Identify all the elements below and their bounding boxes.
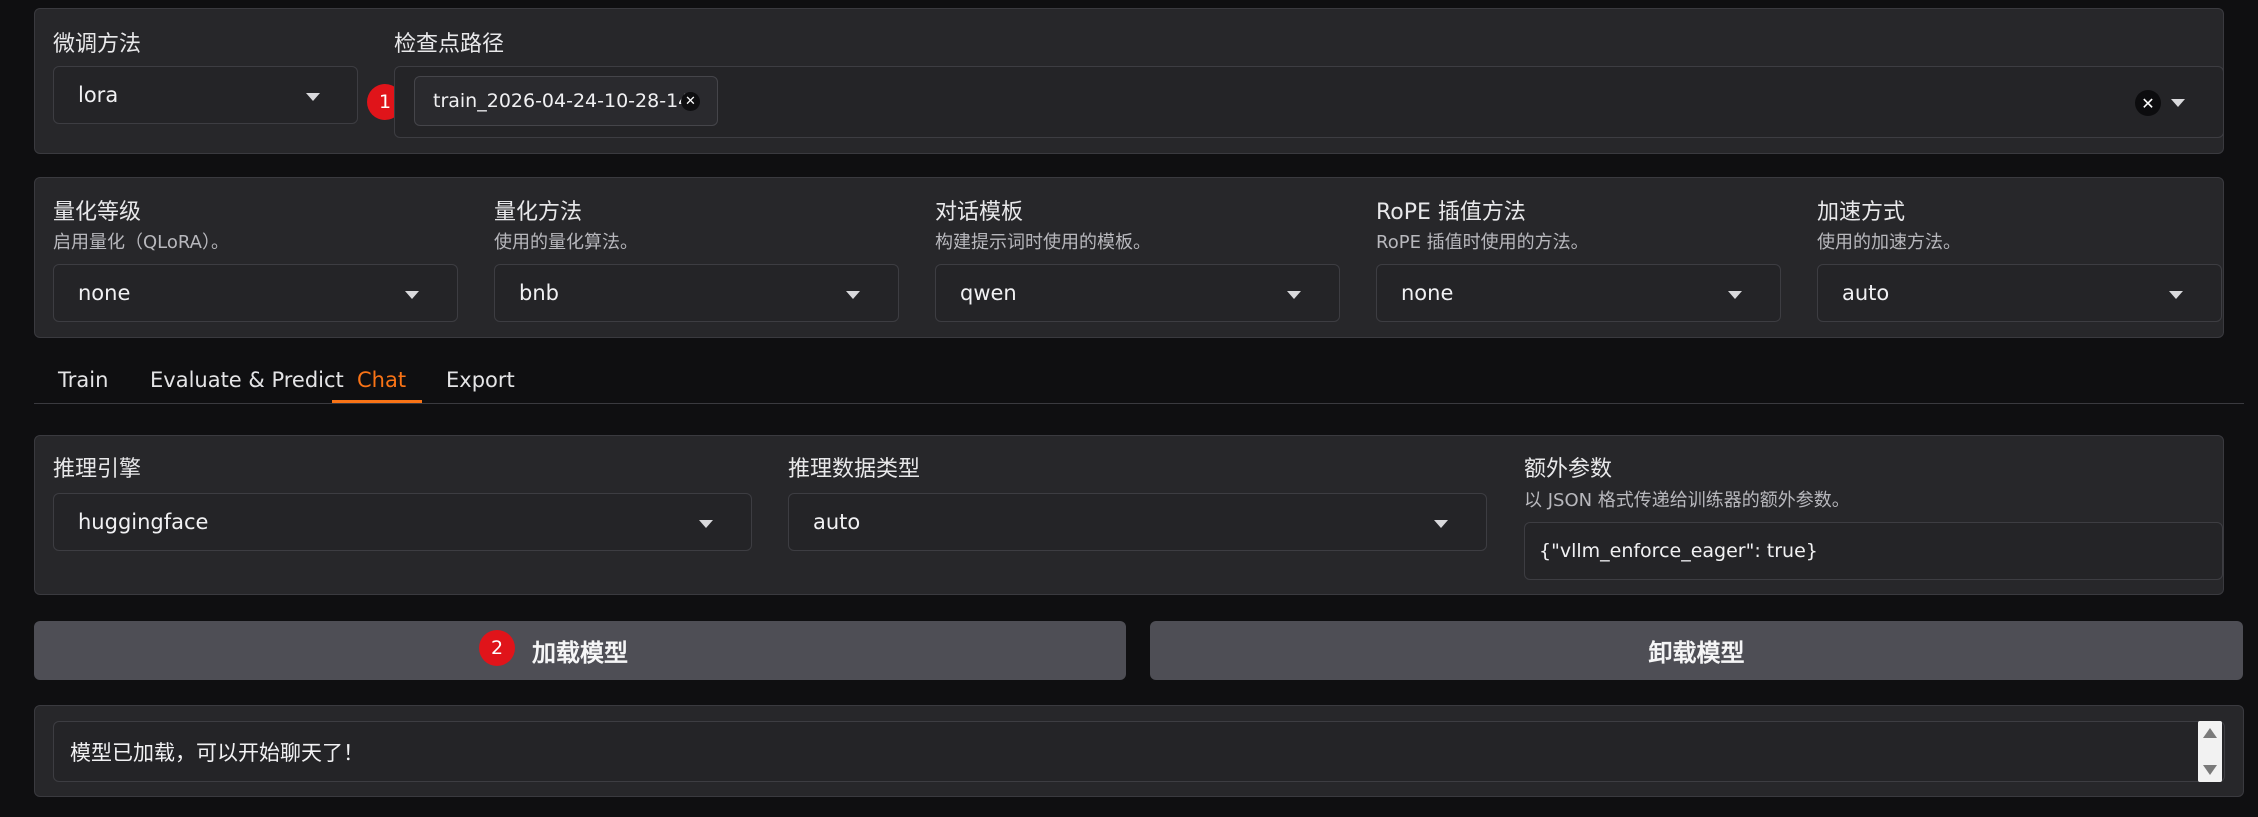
checkpoint-chip-label: train_2026-04-24-10-28-14	[433, 90, 691, 112]
tab-export[interactable]: Export	[446, 368, 515, 392]
chevron-down-icon	[2169, 291, 2183, 299]
engine-label: 推理引擎	[53, 457, 142, 482]
template-desc: 构建提示词时使用的模板。	[935, 232, 1151, 253]
tab-train[interactable]: Train	[58, 368, 108, 392]
engine-select[interactable]: huggingface	[53, 493, 752, 551]
template-label: 对话模板	[935, 200, 1024, 225]
tab-divider	[34, 403, 2244, 404]
extra-args-label: 额外参数	[1524, 457, 1613, 482]
booster-desc: 使用的加速方法。	[1817, 232, 1961, 253]
quant-level-select[interactable]: none	[53, 264, 458, 322]
chevron-down-icon	[1728, 291, 1742, 299]
template-select[interactable]: qwen	[935, 264, 1340, 322]
rope-desc: RoPE 插值时使用的方法。	[1376, 232, 1589, 253]
finetune-select[interactable]: lora	[53, 66, 358, 124]
template-value: qwen	[960, 281, 1017, 305]
load-model-button[interactable]: 加载模型	[34, 621, 1126, 680]
status-text: 模型已加载，可以开始聊天了！	[70, 740, 364, 765]
dtype-label: 推理数据类型	[788, 457, 921, 482]
unload-model-button[interactable]: 卸载模型	[1150, 621, 2243, 680]
remove-chip-icon[interactable]: ✕	[681, 92, 700, 111]
chevron-down-icon	[405, 291, 419, 299]
extra-args-desc: 以 JSON 格式传递给训练器的额外参数。	[1524, 490, 1850, 511]
booster-select[interactable]: auto	[1817, 264, 2222, 322]
quant-level-label: 量化等级	[53, 200, 142, 225]
checkpoint-label: 检查点路径	[394, 32, 505, 57]
chevron-down-icon	[1287, 291, 1301, 299]
unload-model-label: 卸载模型	[1648, 639, 1745, 667]
tab-chat[interactable]: Chat	[357, 368, 406, 392]
extra-args-value: {"vllm_enforce_eager": true}	[1539, 540, 1818, 562]
quant-level-value: none	[78, 281, 131, 305]
chevron-down-icon	[306, 93, 320, 101]
quant-method-value: bnb	[519, 281, 559, 305]
scroll-down-icon[interactable]	[2203, 765, 2217, 775]
scroll-up-icon[interactable]	[2203, 728, 2217, 738]
finetune-label: 微调方法	[53, 32, 142, 57]
dtype-value: auto	[813, 510, 861, 534]
quant-method-select[interactable]: bnb	[494, 264, 899, 322]
checkpoint-chip: train_2026-04-24-10-28-14 ✕	[414, 76, 718, 126]
step-badge-2: 2	[479, 630, 515, 666]
quant-method-label: 量化方法	[494, 200, 583, 225]
checkpoint-select[interactable]: train_2026-04-24-10-28-14 ✕ ✕	[394, 66, 2224, 138]
finetune-value: lora	[78, 83, 119, 107]
tab-evaluate[interactable]: Evaluate & Predict	[150, 368, 344, 392]
chevron-down-icon	[2171, 99, 2185, 107]
rope-label: RoPE 插值方法	[1376, 200, 1526, 225]
quant-level-desc: 启用量化（QLoRA）。	[53, 232, 229, 253]
clear-icon[interactable]: ✕	[2135, 90, 2161, 116]
dtype-select[interactable]: auto	[788, 493, 1487, 551]
chevron-down-icon	[699, 520, 713, 528]
load-model-label: 加载模型	[532, 639, 628, 667]
status-textbox[interactable]: 模型已加载，可以开始聊天了！	[53, 721, 2225, 782]
engine-value: huggingface	[78, 510, 209, 534]
chevron-down-icon	[1434, 520, 1448, 528]
rope-select[interactable]: none	[1376, 264, 1781, 322]
scrollbar[interactable]	[2198, 721, 2222, 782]
booster-value: auto	[1842, 281, 1890, 305]
extra-args-input[interactable]: {"vllm_enforce_eager": true}	[1524, 522, 2223, 580]
quant-method-desc: 使用的量化算法。	[494, 232, 638, 253]
booster-label: 加速方式	[1817, 200, 1906, 225]
chevron-down-icon	[846, 291, 860, 299]
rope-value: none	[1401, 281, 1454, 305]
